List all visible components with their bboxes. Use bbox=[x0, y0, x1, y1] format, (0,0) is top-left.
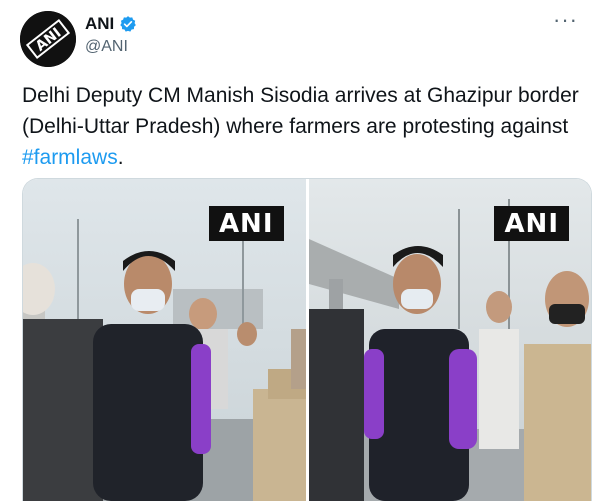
verified-badge-icon bbox=[120, 16, 137, 32]
hashtag-link[interactable]: #farmlaws bbox=[22, 146, 118, 169]
account-name[interactable]: ANI bbox=[85, 14, 137, 34]
avatar[interactable]: ANI bbox=[20, 11, 76, 67]
account-handle[interactable]: @ANI bbox=[85, 37, 128, 57]
tweet-text: Delhi Deputy CM Manish Sisodia arrives a… bbox=[22, 80, 582, 173]
media-grid: ANI ANI bbox=[22, 178, 592, 501]
photo-1[interactable]: ANI bbox=[23, 179, 306, 501]
ani-watermark: ANI bbox=[494, 206, 569, 241]
account-name-text: ANI bbox=[85, 14, 115, 33]
tweet-text-end: . bbox=[117, 146, 124, 169]
ani-watermark: ANI bbox=[208, 206, 284, 241]
ani-logo-icon: ANI bbox=[20, 11, 76, 67]
more-options-icon[interactable]: ··· bbox=[553, 9, 578, 31]
tweet-text-body: Delhi Deputy CM Manish Sisodia arrives a… bbox=[22, 84, 579, 138]
photo-2[interactable]: ANI bbox=[308, 179, 592, 501]
